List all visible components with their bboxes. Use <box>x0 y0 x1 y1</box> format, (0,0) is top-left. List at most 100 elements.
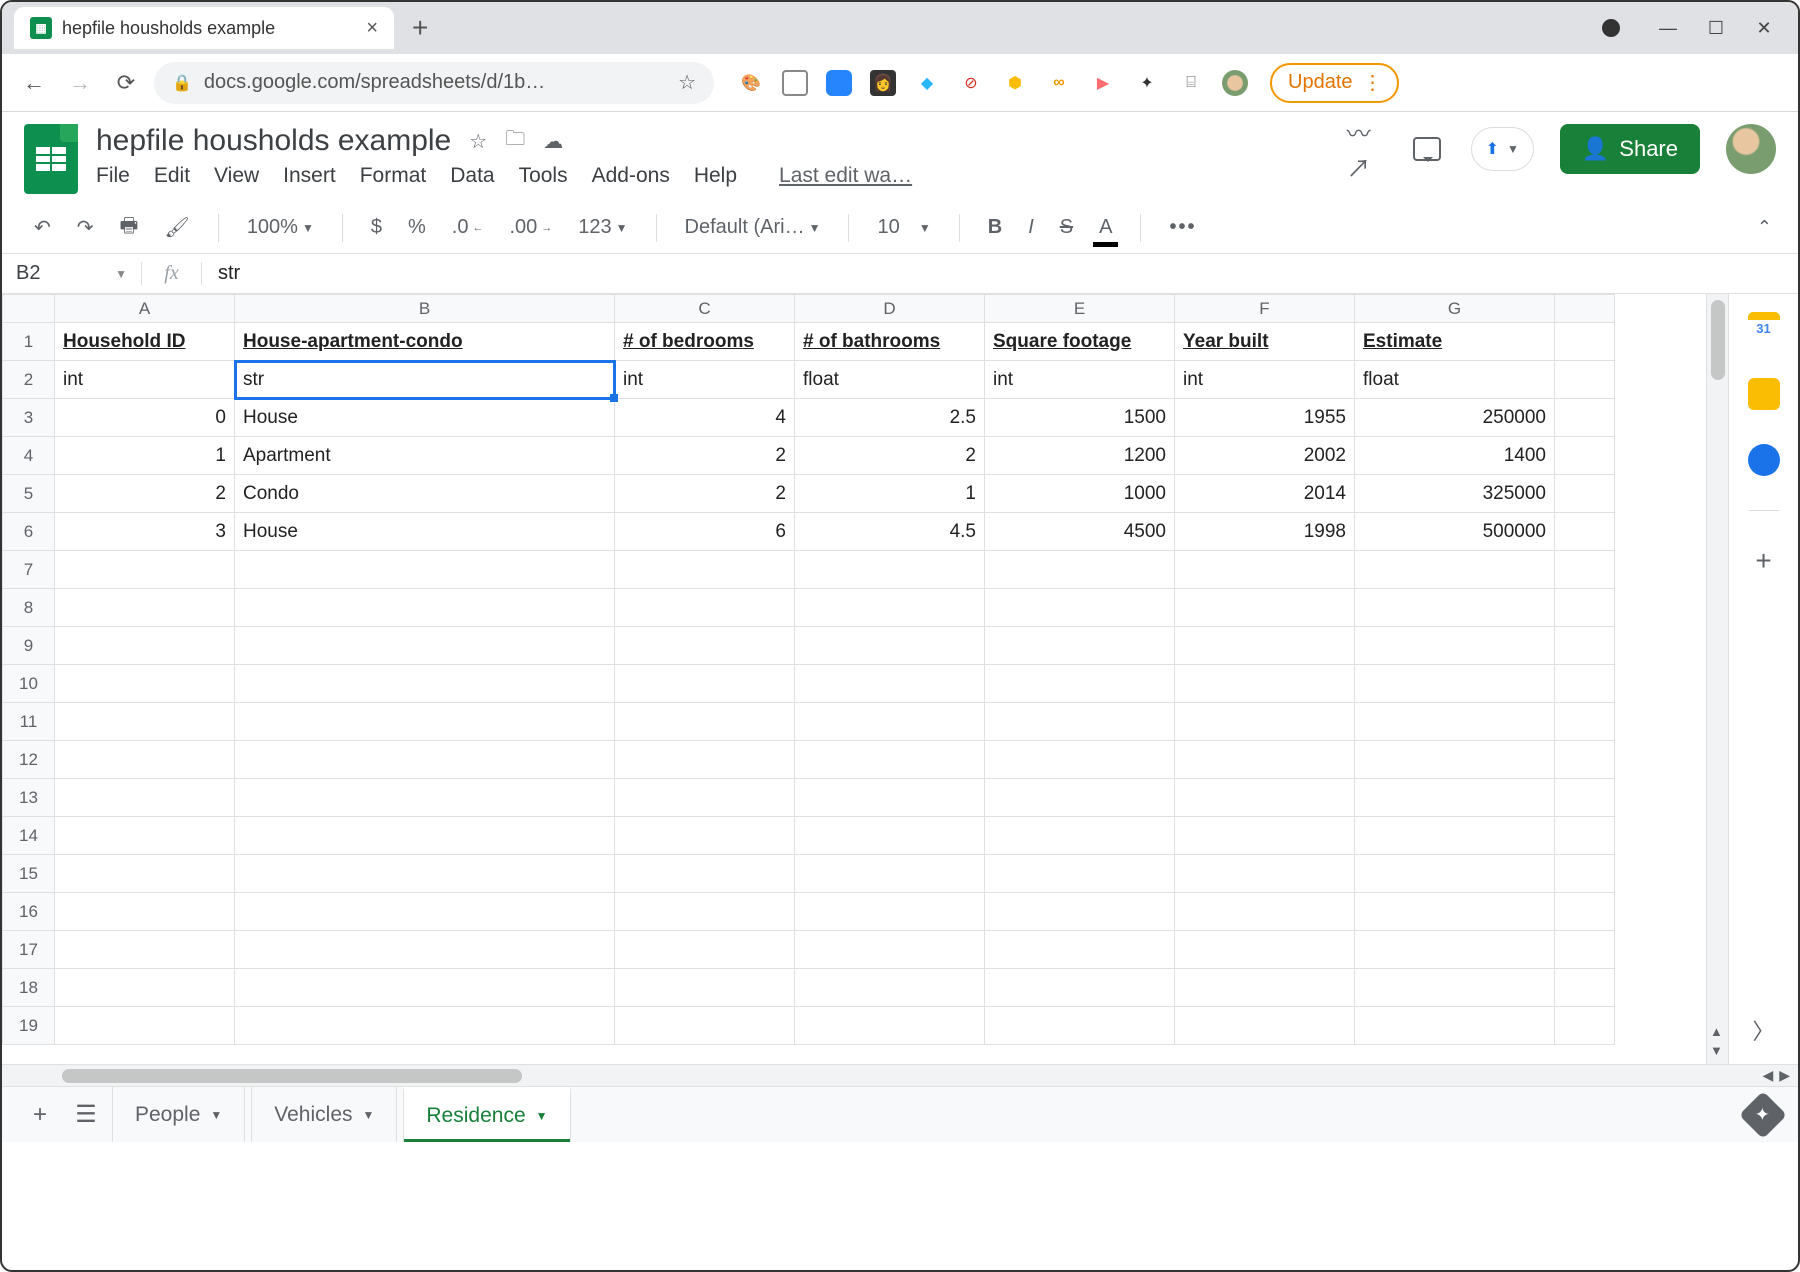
cell[interactable] <box>1555 779 1615 817</box>
ext-icon[interactable] <box>782 70 808 96</box>
scrollbar-thumb[interactable] <box>62 1069 522 1083</box>
cell[interactable] <box>55 1007 235 1045</box>
row-header[interactable]: 11 <box>3 703 55 741</box>
horizontal-scrollbar[interactable]: ◀▶ <box>2 1064 1798 1086</box>
cell[interactable]: 1500 <box>985 399 1175 437</box>
sheet-tab-people[interactable]: People▼ <box>112 1087 245 1142</box>
scroll-left-icon[interactable]: ◀ <box>1762 1067 1773 1084</box>
row-header[interactable]: 15 <box>3 855 55 893</box>
share-button[interactable]: 👤 Share <box>1560 124 1700 174</box>
zoom-dropdown[interactable]: 100% ▼ <box>241 212 320 243</box>
cell[interactable] <box>55 665 235 703</box>
menu-insert[interactable]: Insert <box>283 164 336 188</box>
row-header[interactable]: 16 <box>3 893 55 931</box>
cell[interactable] <box>55 551 235 589</box>
menu-file[interactable]: File <box>96 164 130 188</box>
cell[interactable]: 2002 <box>1175 437 1355 475</box>
row-header[interactable]: 2 <box>3 361 55 399</box>
last-edit-link[interactable]: Last edit wa… <box>779 164 912 188</box>
spreadsheet-grid[interactable]: A B C D E F G 1Household IDHouse-apartme… <box>2 294 1728 1064</box>
cell[interactable] <box>1555 969 1615 1007</box>
scrollbar-thumb[interactable] <box>1711 300 1725 380</box>
row-header[interactable]: 12 <box>3 741 55 779</box>
row-header[interactable]: 7 <box>3 551 55 589</box>
cell[interactable] <box>985 931 1175 969</box>
row-header[interactable]: 3 <box>3 399 55 437</box>
cell[interactable] <box>795 817 985 855</box>
tasks-sidepanel-icon[interactable] <box>1748 444 1780 476</box>
sheets-logo-icon[interactable] <box>24 124 78 194</box>
paint-format-button[interactable]: 🖌 <box>158 211 195 244</box>
cell[interactable] <box>55 589 235 627</box>
font-size-dropdown[interactable]: 10 ▼ <box>871 212 936 243</box>
profile-dot-icon[interactable] <box>1602 19 1620 37</box>
ext-icon[interactable]: 🎨 <box>738 70 764 96</box>
cell[interactable] <box>795 741 985 779</box>
sheet-tab-vehicles[interactable]: Vehicles▼ <box>251 1087 397 1142</box>
cell[interactable]: 0 <box>55 399 235 437</box>
cell[interactable] <box>985 1007 1175 1045</box>
cell[interactable] <box>235 703 615 741</box>
cell[interactable] <box>615 627 795 665</box>
cell[interactable] <box>985 893 1175 931</box>
row-header[interactable]: 4 <box>3 437 55 475</box>
cell[interactable]: 4 <box>615 399 795 437</box>
cell[interactable] <box>985 551 1175 589</box>
omnibox[interactable]: 🔒 docs.google.com/spreadsheets/d/1b… ☆ <box>154 62 714 104</box>
cell[interactable]: 2 <box>795 437 985 475</box>
decrease-decimal-button[interactable]: .0← <box>446 212 490 243</box>
cell[interactable] <box>235 931 615 969</box>
row-header[interactable]: 17 <box>3 931 55 969</box>
cell[interactable] <box>55 817 235 855</box>
cell[interactable]: Condo <box>235 475 615 513</box>
col-header[interactable]: F <box>1175 295 1355 323</box>
row-header[interactable]: 13 <box>3 779 55 817</box>
cell[interactable] <box>1555 703 1615 741</box>
cloud-status-icon[interactable]: ☁ <box>543 129 563 154</box>
vertical-scrollbar[interactable]: ▲▼ <box>1706 294 1728 1064</box>
row-header[interactable]: 10 <box>3 665 55 703</box>
ext-icon[interactable]: ∞ <box>1046 70 1072 96</box>
cell[interactable] <box>795 1007 985 1045</box>
cell[interactable] <box>1555 931 1615 969</box>
cell[interactable]: 2 <box>55 475 235 513</box>
cell[interactable] <box>615 741 795 779</box>
all-sheets-button[interactable]: ☰ <box>66 1095 106 1135</box>
cell[interactable] <box>1355 1007 1555 1045</box>
cell[interactable] <box>795 627 985 665</box>
keep-sidepanel-icon[interactable] <box>1748 378 1780 410</box>
back-button[interactable]: ← <box>16 65 52 101</box>
text-color-button[interactable]: A <box>1093 212 1118 243</box>
cell[interactable] <box>55 855 235 893</box>
cell[interactable]: Estimate <box>1355 323 1555 361</box>
cell[interactable]: House <box>235 513 615 551</box>
cell[interactable]: 2 <box>615 437 795 475</box>
cell[interactable] <box>1175 741 1355 779</box>
cell[interactable] <box>615 665 795 703</box>
cell[interactable] <box>1555 589 1615 627</box>
cell[interactable] <box>1555 817 1615 855</box>
cell[interactable] <box>235 855 615 893</box>
name-box[interactable]: B2▼ <box>2 262 142 285</box>
cell[interactable]: # of bedrooms <box>615 323 795 361</box>
cell[interactable] <box>1175 779 1355 817</box>
activity-icon[interactable]: 〰↗ <box>1347 131 1383 167</box>
col-header[interactable]: C <box>615 295 795 323</box>
bold-button[interactable]: B <box>982 212 1008 243</box>
cast-icon[interactable]: ⌸ <box>1178 70 1204 96</box>
row-header[interactable]: 6 <box>3 513 55 551</box>
cell[interactable] <box>615 1007 795 1045</box>
menu-tools[interactable]: Tools <box>519 164 568 188</box>
cell[interactable] <box>55 741 235 779</box>
cell[interactable]: 1998 <box>1175 513 1355 551</box>
menu-format[interactable]: Format <box>360 164 427 188</box>
col-header[interactable] <box>1555 295 1615 323</box>
cell[interactable] <box>1175 627 1355 665</box>
cell[interactable] <box>615 589 795 627</box>
cell[interactable] <box>615 855 795 893</box>
row-header[interactable]: 8 <box>3 589 55 627</box>
cell[interactable]: float <box>795 361 985 399</box>
cell[interactable]: int <box>615 361 795 399</box>
cell[interactable]: 2 <box>615 475 795 513</box>
cell[interactable] <box>1555 893 1615 931</box>
